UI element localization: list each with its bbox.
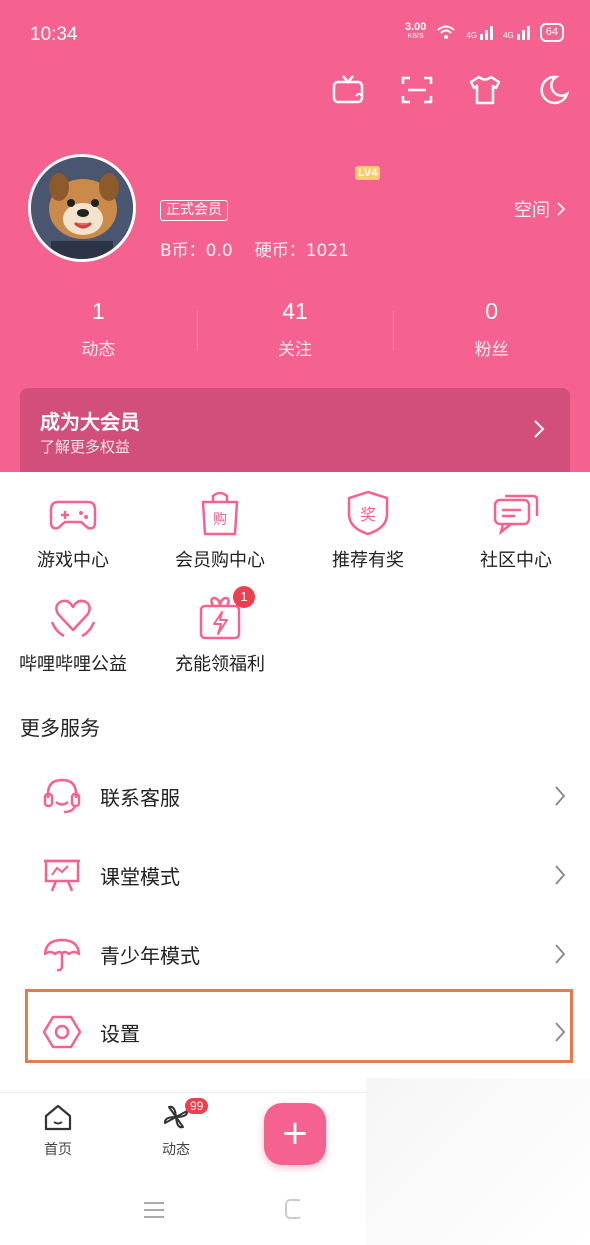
award-shield-icon: 奖 <box>343 488 393 538</box>
headset-icon <box>40 774 84 818</box>
grid-item-member-shop[interactable]: 购 会员购中心 <box>150 488 290 572</box>
grid-item-label: 游戏中心 <box>37 550 109 571</box>
svg-text:购: 购 <box>213 512 227 528</box>
shirt-icon[interactable] <box>466 72 504 108</box>
scan-icon[interactable] <box>398 72 436 108</box>
net-speed: 3.00 KB/S <box>404 21 427 41</box>
status-time: 10:34 <box>30 24 78 45</box>
chevron-right-icon <box>555 786 566 806</box>
stat-number: 0 <box>485 298 499 324</box>
grid-item-game-center[interactable]: 游戏中心 <box>3 488 143 572</box>
grid-item-label: 社区中心 <box>480 550 552 571</box>
coin-balance: B币：0.0 硬币：1021 <box>160 236 349 261</box>
vip-title: 成为大会员 <box>40 410 140 434</box>
service-classroom-mode[interactable]: 课堂模式 <box>40 845 570 905</box>
heart-hands-icon <box>48 592 98 642</box>
grid-item-label: 哔哩哔哩公益 <box>19 654 127 675</box>
level-badge: LV4 <box>355 166 381 180</box>
grid-item-charity[interactable]: 哔哩哔哩公益 <box>3 592 143 676</box>
vip-banner[interactable]: 成为大会员 了解更多权益 <box>20 388 570 472</box>
settings-highlight-box <box>25 989 573 1063</box>
stat-label: 粉丝 <box>474 340 509 360</box>
service-label: 联系客服 <box>100 785 180 810</box>
gift-bolt-icon: 1 <box>195 586 255 642</box>
more-services-title: 更多服务 <box>20 716 100 740</box>
notification-badge: 1 <box>233 586 255 608</box>
avatar[interactable] <box>28 154 136 262</box>
grid-item-label: 充能领福利 <box>175 654 265 675</box>
wifi-icon <box>437 25 456 39</box>
board-icon <box>40 853 84 897</box>
tv-icon[interactable] <box>330 72 368 108</box>
member-badge[interactable]: 正式会员 <box>160 200 228 221</box>
chevron-right-icon <box>555 944 566 964</box>
stats-row: 1 动态 41 关注 0 粉丝 <box>0 298 590 360</box>
signal-2-icon: 4G <box>503 24 530 40</box>
grid-item-referral[interactable]: 奖 推荐有奖 <box>298 488 438 572</box>
grid-item-label: 会员购中心 <box>175 550 265 571</box>
battery-icon: 64 <box>539 22 564 42</box>
chevron-right-icon <box>557 202 566 216</box>
shopping-bag-icon: 购 <box>195 488 245 538</box>
status-icons: 3.00 KB/S 4G 4G 64 <box>405 22 564 42</box>
umbrella-icon <box>40 932 84 976</box>
space-link[interactable]: 空间 <box>514 196 566 222</box>
tab-home[interactable]: 首页 <box>18 1103 98 1159</box>
stat-number: 41 <box>282 298 308 324</box>
stat-following[interactable]: 41 关注 <box>196 298 394 360</box>
publish-button[interactable]: + <box>264 1103 326 1165</box>
watermark-overlay <box>366 1078 590 1245</box>
grid-item-community[interactable]: 社区中心 <box>446 488 586 572</box>
service-customer-support[interactable]: 联系客服 <box>40 766 570 826</box>
stat-posts[interactable]: 1 动态 <box>0 298 197 360</box>
home-button-icon[interactable] <box>284 1198 300 1220</box>
chevron-right-icon <box>534 420 545 438</box>
space-label: 空间 <box>514 200 550 221</box>
tab-label: 首页 <box>44 1142 72 1158</box>
tab-label: 动态 <box>162 1142 190 1158</box>
stat-number: 1 <box>91 298 105 324</box>
vip-subtitle: 了解更多权益 <box>40 438 131 456</box>
chevron-right-icon <box>555 865 566 885</box>
stat-fans[interactable]: 0 粉丝 <box>393 298 590 360</box>
service-teen-mode[interactable]: 青少年模式 <box>40 924 570 984</box>
service-label: 青少年模式 <box>100 943 200 968</box>
bcoin-text: B币：0.0 <box>160 241 233 261</box>
stat-label: 动态 <box>81 340 116 360</box>
stat-label: 关注 <box>278 340 312 360</box>
grid-item-charge-rewards[interactable]: 1 充能领福利 <box>150 586 290 676</box>
signal-1-icon: 4G <box>466 24 494 40</box>
gamepad-icon <box>48 488 98 538</box>
menu-icon[interactable] <box>142 1200 166 1220</box>
home-icon <box>44 1104 72 1131</box>
coin-text: 硬币：1021 <box>254 241 349 261</box>
chat-bubbles-icon <box>491 488 541 538</box>
feed-badge: 99 <box>185 1098 209 1114</box>
moon-icon[interactable] <box>534 72 572 108</box>
profile-header: 10:34 3.00 KB/S 4G 4G 64 LV4 正式会员 空间 B币：… <box>0 0 590 472</box>
service-label: 课堂模式 <box>100 864 180 889</box>
svg-text:奖: 奖 <box>360 505 376 524</box>
grid-item-label: 推荐有奖 <box>332 550 404 571</box>
